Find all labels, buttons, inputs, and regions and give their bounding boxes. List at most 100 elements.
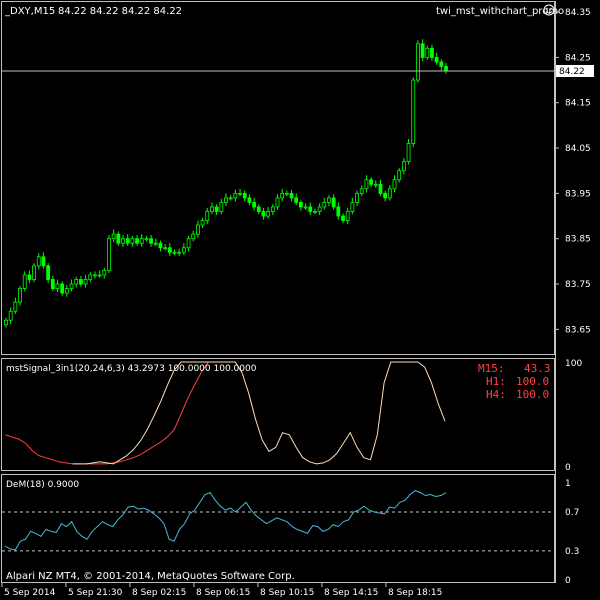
candle-body <box>266 211 271 217</box>
candle-body <box>322 202 327 208</box>
price-tick-label: 84.05 <box>565 144 591 154</box>
signal-scale-label: 0 <box>565 463 571 473</box>
candle-body <box>434 56 439 63</box>
signal-value-h1: 100.0 <box>516 375 549 388</box>
candle-body <box>167 247 172 253</box>
candle-body <box>308 206 313 212</box>
dem-scale-label: 1 <box>565 479 571 489</box>
candle-body <box>210 206 214 212</box>
candle-body <box>97 274 102 277</box>
candle-body <box>13 301 18 312</box>
candle-body <box>331 197 336 208</box>
time-tick-label: 8 Sep 10:15 <box>260 588 314 598</box>
time-tick-label: 8 Sep 02:15 <box>132 588 186 598</box>
candle-body <box>55 283 60 289</box>
candle-body <box>74 279 79 285</box>
candle-body <box>177 251 182 254</box>
candle-body <box>88 274 93 280</box>
candle-body <box>275 197 280 208</box>
price-tick-label: 83.95 <box>565 189 591 199</box>
candle-body <box>401 161 406 172</box>
candle-body <box>383 192 388 199</box>
candle-body <box>420 43 425 58</box>
current-price-label: 84.22 <box>559 67 585 77</box>
candle-body <box>289 192 294 199</box>
candle-body <box>425 47 430 58</box>
candle-body <box>355 192 359 203</box>
candle-body <box>430 47 434 58</box>
dem-scale-label: 0 <box>565 576 571 586</box>
candle-body <box>135 238 139 244</box>
candle-body <box>219 202 224 212</box>
candle-body <box>32 265 36 280</box>
candle-body <box>247 197 252 203</box>
candle-body <box>36 256 41 267</box>
time-tick-label: 5 Sep 21:30 <box>68 588 123 598</box>
candle-body <box>116 233 121 244</box>
candle-body <box>378 183 383 194</box>
candle-body <box>83 279 88 285</box>
candle-body <box>350 202 355 212</box>
candle-body <box>93 274 97 277</box>
chart-background <box>0 0 600 600</box>
time-tick-label: 8 Sep 06:15 <box>196 588 250 598</box>
candle-body <box>78 279 83 285</box>
candle-body <box>139 238 144 244</box>
candle-body <box>163 247 168 250</box>
candle-body <box>158 242 163 249</box>
candle-body <box>22 274 27 289</box>
candle-body <box>27 274 32 280</box>
candle-body <box>121 238 125 244</box>
candle-body <box>205 211 210 221</box>
candle-body <box>50 279 55 289</box>
candle-body <box>214 206 219 212</box>
candle-body <box>298 202 303 208</box>
candle-body <box>387 188 392 199</box>
signal-value-m15: 43.3 <box>524 362 551 375</box>
candle-body <box>327 197 331 203</box>
candle-body <box>172 251 177 254</box>
candle-body <box>200 220 205 226</box>
candle-body <box>392 179 397 190</box>
candle-body <box>181 247 186 253</box>
candle-body <box>130 238 135 244</box>
candle-body <box>60 283 65 294</box>
candle-body <box>261 211 266 217</box>
candle-body <box>303 206 308 209</box>
candle-body <box>444 66 448 72</box>
candle-body <box>125 238 130 244</box>
chart-window[interactable]: 84.35 84.25 84.15 84.05 83.95 83.85 83.75 83.65… <box>0 0 600 600</box>
candle-body <box>46 265 51 280</box>
candle-body <box>317 206 322 212</box>
time-tick-label: 8 Sep 18:15 <box>388 588 442 598</box>
dem-scale-label: 0.3 <box>565 547 579 557</box>
candle-body <box>144 238 149 241</box>
candle-body <box>270 206 275 212</box>
candle-body <box>238 192 242 195</box>
symbol-label: _DXY,M15 <box>4 6 55 17</box>
signal-tf-h1: H1: <box>486 375 506 388</box>
candle-body <box>336 206 341 217</box>
candle-body <box>64 288 69 294</box>
candle-body <box>41 256 46 267</box>
candle-body <box>69 283 74 289</box>
signal-tf-m15: M15: <box>478 362 505 375</box>
candle-body <box>280 192 285 199</box>
dem-indicator-label: DeM(18) 0.9000 <box>6 480 79 490</box>
candle-body <box>439 61 444 67</box>
candle-body <box>18 288 22 303</box>
candle-body <box>111 233 116 240</box>
broker-copyright: Alpari NZ MT4, © 2001-2014, MetaQuotes S… <box>6 571 295 582</box>
candle-body <box>153 242 158 245</box>
candle-body <box>359 188 364 194</box>
candle-body <box>256 206 261 212</box>
price-tick-label: 83.75 <box>565 280 591 290</box>
price-tick-label: 83.65 <box>565 325 591 335</box>
candle-body <box>242 192 247 199</box>
candle-body <box>416 43 420 81</box>
candle-body <box>191 233 196 240</box>
signal-tf-h4: H4: <box>486 388 506 401</box>
candle-body <box>313 211 317 213</box>
price-tick-label: 84.35 <box>565 8 591 18</box>
candle-body <box>228 197 233 200</box>
